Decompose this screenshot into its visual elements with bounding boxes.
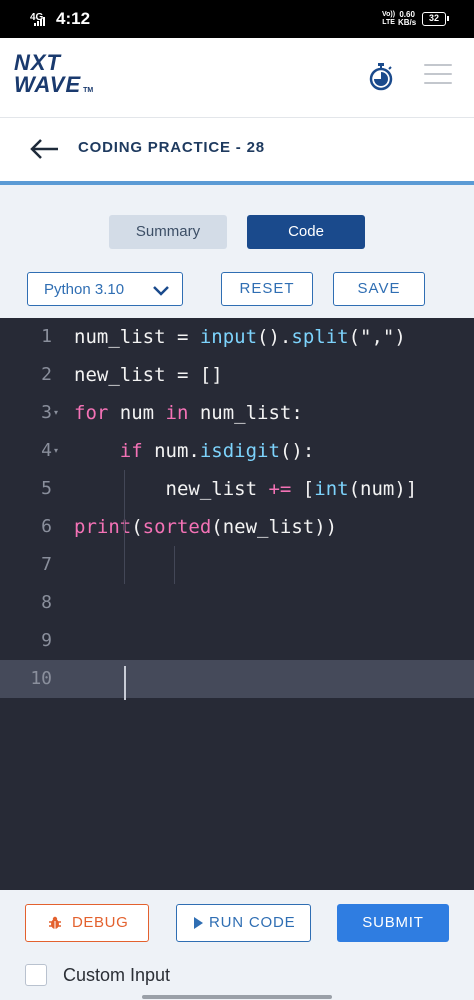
code-token: int: [314, 478, 349, 500]
battery-icon: 32: [422, 12, 449, 26]
code-token: sorted: [142, 516, 212, 538]
language-select[interactable]: Python 3.10: [27, 272, 183, 306]
speed-unit: KB/s: [398, 18, 417, 27]
code-line[interactable]: 7: [0, 546, 474, 584]
tab-summary[interactable]: Summary: [109, 215, 227, 249]
code-line[interactable]: 6 print(sorted(new_list)): [0, 508, 474, 546]
code-text: if num.isdigit():: [74, 432, 315, 470]
code-line[interactable]: 2 new_list = []: [0, 356, 474, 394]
line-number: 8: [41, 592, 52, 613]
code-token: num_list =: [74, 326, 200, 348]
code-token: +=: [268, 478, 292, 500]
hamburger-menu-icon[interactable]: [424, 64, 452, 88]
logo-wave-text: WAVE: [14, 72, 82, 97]
code-token: split: [291, 326, 349, 348]
status-bar: 4G 4:12 Vo)) LTE 0.60 KB/s 32: [0, 0, 474, 38]
code-token: if: [119, 440, 143, 462]
language-value: Python 3.10: [44, 281, 125, 298]
play-icon: [194, 917, 203, 929]
indent-guide: [174, 546, 175, 584]
nxtwave-logo[interactable]: NXT WAVE TM: [14, 52, 93, 102]
code-token: (new_list)): [211, 516, 338, 538]
line-number: 1: [41, 326, 52, 347]
code-token: print: [74, 516, 132, 538]
title-bar: CODING PRACTICE - 28: [0, 118, 474, 182]
app-header: NXT WAVE TM: [0, 38, 474, 118]
logo-line1: NXT: [14, 50, 61, 75]
chevron-down-icon: [153, 286, 169, 296]
custom-input-checkbox[interactable]: [25, 964, 47, 986]
code-text: new_list += [int(num)]: [74, 470, 418, 508]
code-editor[interactable]: 1 num_list = input().split(",") 2 new_list …: [0, 318, 474, 890]
line-number: 3: [41, 402, 52, 423]
line-number: 2: [41, 364, 52, 385]
code-line[interactable]: 4 ▾ if num.isdigit():: [0, 432, 474, 470]
lte-label: LTE: [382, 19, 395, 26]
code-text: for num in num_list:: [74, 394, 303, 432]
code-text: print(sorted(new_list)): [74, 508, 337, 546]
fold-caret-icon[interactable]: ▾: [54, 446, 58, 455]
action-bar: DEBUG RUN CODE SUBMIT Custom Input: [0, 890, 474, 1000]
code-line[interactable]: 8: [0, 584, 474, 622]
line-number: 9: [41, 630, 52, 651]
code-token: for: [74, 402, 109, 424]
logo-tm: TM: [83, 87, 94, 94]
code-text: new_list = []: [74, 356, 223, 394]
debug-label: DEBUG: [72, 914, 129, 931]
code-token: ().: [257, 326, 292, 348]
code-line[interactable]: 9: [0, 622, 474, 660]
stopwatch-icon[interactable]: [366, 62, 396, 92]
code-line[interactable]: 5 new_list += [int(num)]: [0, 470, 474, 508]
bug-icon: [49, 916, 61, 929]
line-number: 7: [41, 554, 52, 575]
code-token: num: [108, 402, 166, 424]
code-token: num_list:: [188, 402, 303, 424]
run-code-button[interactable]: RUN CODE: [176, 904, 311, 942]
code-token: isdigit: [199, 440, 280, 462]
editor-controls: Summary Code Python 3.10 RESET SAVE: [0, 185, 474, 318]
submit-button[interactable]: SUBMIT: [337, 904, 449, 942]
code-token: input: [199, 326, 258, 348]
code-token: new_list = []: [74, 364, 223, 386]
line-number: 10: [30, 668, 52, 689]
network-speed: 0.60 KB/s: [398, 11, 416, 27]
code-token: [: [291, 478, 315, 500]
text-cursor: [124, 666, 126, 700]
code-line[interactable]: 10: [0, 660, 474, 698]
tab-code[interactable]: Code: [247, 215, 365, 249]
code-line[interactable]: 1 num_list = input().split(","): [0, 318, 474, 356]
page-title: CODING PRACTICE - 28: [78, 139, 265, 156]
volte-label: Vo)): [382, 11, 396, 18]
custom-input-label: Custom Input: [63, 965, 171, 985]
code-line[interactable]: 3 ▾ for num in num_list:: [0, 394, 474, 432]
code-token: num.: [142, 440, 200, 462]
arrow-left-icon[interactable]: [28, 136, 62, 162]
code-token: ():: [279, 440, 315, 462]
code-text: num_list = input().split(","): [74, 318, 406, 356]
home-indicator[interactable]: [142, 995, 332, 999]
code-token: (: [131, 516, 143, 538]
logo-line2: WAVE TM: [14, 74, 93, 102]
line-number: 5: [41, 478, 52, 499]
indent-guide: [124, 470, 125, 584]
line-number: 6: [41, 516, 52, 537]
code-token: (num)]: [348, 478, 418, 500]
line-number: 4: [41, 440, 52, 461]
code-token: (","): [348, 326, 406, 348]
debug-button[interactable]: DEBUG: [25, 904, 149, 942]
code-token: in: [165, 402, 189, 424]
signal-icon: [34, 17, 48, 26]
volte-indicator: Vo)) LTE: [382, 11, 395, 27]
run-code-label: RUN CODE: [209, 914, 296, 931]
reset-button[interactable]: RESET: [221, 272, 313, 306]
save-button[interactable]: SAVE: [333, 272, 425, 306]
clock-time: 4:12: [56, 9, 91, 28]
code-token: new_list: [74, 478, 269, 500]
fold-caret-icon[interactable]: ▾: [54, 408, 58, 417]
